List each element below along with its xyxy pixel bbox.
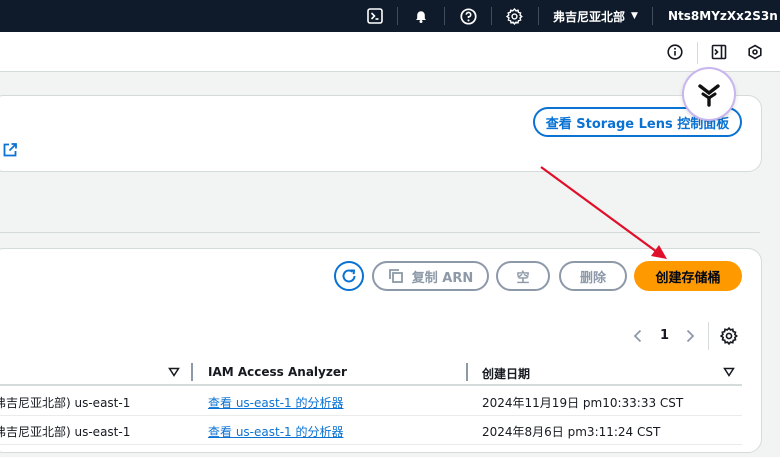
copy-arn-label: 复制 ARN: [411, 270, 474, 286]
bell-icon[interactable]: [410, 0, 432, 32]
create-bucket-button[interactable]: 创建存储桶: [634, 261, 742, 291]
copy-arn-button[interactable]: 复制 ARN: [372, 261, 489, 291]
caret-down-icon: ▼: [631, 11, 638, 21]
row-region: 弗吉尼亚北部) us-east-1: [0, 396, 131, 410]
copy-icon: [388, 269, 403, 283]
chevron-right-icon[interactable]: [684, 328, 696, 348]
table-row: 弗吉尼亚北部) us-east-1 查看 us-east-1 的分析器 2024…: [0, 387, 742, 416]
table-header: IAM Access Analyzer 创建日期: [0, 360, 742, 386]
help-icon[interactable]: [457, 0, 479, 32]
account-menu[interactable]: Nts8MYzXx2S3n ▼: [668, 0, 780, 32]
page-number[interactable]: 1: [660, 328, 669, 343]
assistant-logo-icon: [698, 84, 720, 107]
column-divider[interactable]: [191, 363, 193, 381]
cloudshell-icon[interactable]: [364, 0, 386, 32]
section-divider: [0, 232, 760, 233]
region-label: 弗吉尼亚北部: [553, 9, 626, 24]
column-header-iam-analyzer[interactable]: IAM Access Analyzer: [208, 365, 347, 379]
settings-icon[interactable]: [719, 326, 738, 346]
nav-divider: [491, 7, 492, 25]
row-created-date: 2024年8月6日 pm3:11:24 CST: [482, 425, 661, 439]
nav-divider: [444, 7, 445, 25]
sort-down-icon[interactable]: [168, 366, 180, 378]
toolbar-divider: [697, 42, 698, 64]
region-selector[interactable]: 弗吉尼亚北部 ▼: [553, 0, 638, 32]
table-row: 弗吉尼亚北部) us-east-1 查看 us-east-1 的分析器 2024…: [0, 416, 742, 445]
delete-button[interactable]: 删除: [559, 261, 627, 291]
nav-divider: [397, 7, 398, 25]
assistant-badge[interactable]: [684, 69, 734, 119]
nav-divider: [652, 7, 653, 25]
account-label: Nts8MYzXx2S3n: [668, 9, 778, 23]
refresh-icon: [342, 269, 356, 283]
sort-down-icon[interactable]: [723, 366, 735, 378]
empty-button[interactable]: 空: [496, 261, 550, 291]
hexagon-icon[interactable]: [745, 42, 765, 62]
top-navigation: 弗吉尼亚北部 ▼ Nts8MYzXx2S3n ▼: [0, 0, 780, 32]
nav-divider: [538, 7, 539, 25]
chevron-left-icon[interactable]: [632, 328, 644, 348]
analyzer-link[interactable]: 查看 us-east-1 的分析器: [208, 423, 343, 440]
info-icon[interactable]: [665, 42, 685, 62]
secondary-toolbar: [0, 32, 780, 72]
row-created-date: 2024年11月19日 pm10:33:33 CST: [482, 396, 684, 410]
row-region: 弗吉尼亚北部) us-east-1: [0, 425, 131, 439]
column-divider[interactable]: [466, 363, 468, 381]
analyzer-link[interactable]: 查看 us-east-1 的分析器: [208, 394, 343, 411]
gear-icon[interactable]: [503, 0, 525, 32]
column-header-created[interactable]: 创建日期: [482, 365, 530, 382]
pagination-divider: [708, 322, 709, 350]
refresh-button[interactable]: [334, 261, 364, 291]
external-link-icon[interactable]: [2, 142, 18, 158]
panel-icon[interactable]: [709, 42, 729, 62]
